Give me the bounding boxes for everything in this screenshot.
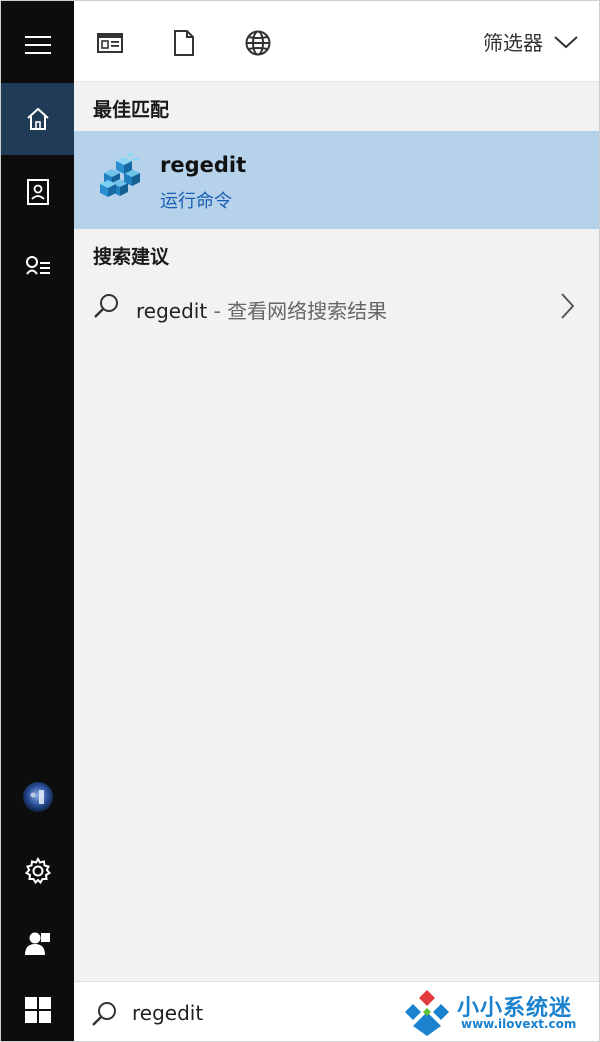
web-search-suggestion[interactable]: regedit - 查看网络搜索结果 [74,276,599,338]
filter-dropdown[interactable]: 筛选器 [483,27,579,56]
account-button[interactable] [1,907,74,979]
person-icon [24,932,50,955]
document-icon [174,30,194,56]
home-button[interactable] [1,83,74,155]
app-window-icon [97,33,123,53]
suggestion-text: regedit - 查看网络搜索结果 [136,295,387,324]
gear-icon [24,857,51,885]
notebook-button[interactable] [1,156,74,228]
search-icon [92,1002,116,1026]
chevron-right-icon [561,293,575,319]
watermark-url: www.ilovext.com [461,1017,577,1031]
windows-logo-icon [24,997,51,1023]
best-match-title: regedit [160,153,247,177]
notebook-icon [26,179,49,205]
search-input[interactable] [132,998,392,1028]
site-watermark: 小小系统迷 www.ilovext.com [401,988,591,1038]
watermark-logo [405,990,449,1036]
left-rail [1,1,74,1041]
results-panel: 筛选器 最佳匹配 regedit 运行命令 搜索建议 regedit - 查看网… [74,1,599,981]
documents-filter-button[interactable] [166,25,202,61]
suggestion-hint: - 查看网络搜索结果 [207,299,388,323]
chevron-down-icon [554,35,578,48]
registry-editor-icon [100,153,140,197]
suggestions-heading: 搜索建议 [93,246,170,268]
search-bar: 小小系统迷 www.ilovext.com [74,981,599,1041]
apps-filter-button[interactable] [92,25,128,61]
search-window: 筛选器 最佳匹配 regedit 运行命令 搜索建议 regedit - 查看网… [0,0,600,1042]
avatar [22,782,53,812]
suggestion-query: regedit [136,299,208,323]
best-match-heading: 最佳匹配 [93,99,170,121]
globe-icon [245,30,271,56]
search-icon [94,294,118,318]
filter-toolbar: 筛选器 [74,1,599,82]
user-avatar-button[interactable] [1,761,74,833]
filter-label: 筛选器 [483,31,543,55]
feedback-icon [25,256,50,275]
feedback-button[interactable] [1,229,74,301]
web-filter-button[interactable] [240,25,276,61]
hamburger-menu-icon [24,36,51,54]
best-match-result[interactable]: regedit 运行命令 [74,131,599,229]
settings-button[interactable] [1,835,74,907]
start-button[interactable] [1,979,74,1041]
best-match-subtitle: 运行命令 [160,191,232,212]
menu-button[interactable] [1,9,74,81]
home-icon [26,107,49,130]
